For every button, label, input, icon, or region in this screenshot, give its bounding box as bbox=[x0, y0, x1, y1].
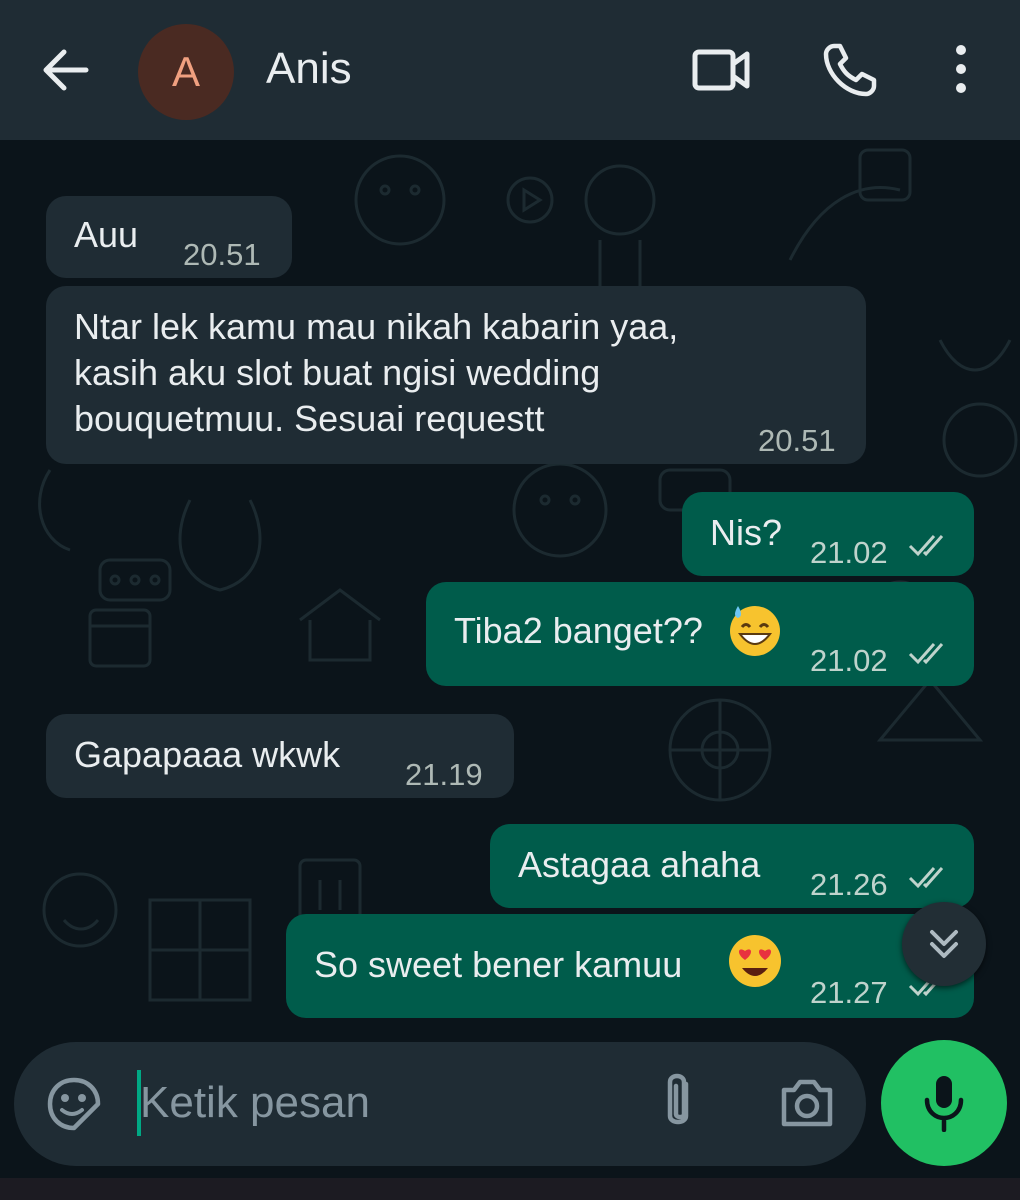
message-text-line: kasih aku slot buat ngisi wedding bbox=[74, 352, 601, 393]
message-time: 20.51 bbox=[758, 423, 836, 458]
double-chevron-down-icon bbox=[930, 930, 958, 958]
avatar[interactable]: A bbox=[138, 24, 234, 120]
microphone-icon bbox=[924, 1076, 964, 1132]
grinning-face-with-sweat-icon bbox=[730, 606, 780, 656]
system-navigation-bar bbox=[0, 1178, 1020, 1200]
message-outgoing[interactable]: Nis? 21.02 bbox=[682, 492, 974, 576]
message-time: 21.27 bbox=[810, 975, 888, 1010]
message-text: Tiba2 banget?? bbox=[454, 610, 703, 651]
sticker-icon[interactable] bbox=[46, 1076, 102, 1132]
read-double-check-icon bbox=[908, 535, 944, 557]
message-text: So sweet bener kamuu bbox=[314, 944, 683, 985]
message-outgoing[interactable]: Astagaa ahaha 21.26 bbox=[490, 824, 974, 908]
attach-icon[interactable] bbox=[656, 1070, 700, 1134]
message-time: 21.02 bbox=[810, 535, 888, 570]
scroll-to-bottom-button[interactable] bbox=[902, 902, 986, 986]
message-text-line: bouquetmuu. Sesuai requestt bbox=[74, 398, 545, 439]
read-double-check-icon bbox=[908, 867, 944, 889]
message-outgoing[interactable]: So sweet bener kamuu 21.27 bbox=[286, 914, 974, 1018]
chat-header: A Anis bbox=[0, 0, 1020, 140]
message-text: Nis? bbox=[710, 512, 783, 553]
message-outgoing[interactable]: Tiba2 banget?? 21.02 bbox=[426, 582, 974, 686]
message-incoming[interactable]: Auu 20.51 bbox=[46, 196, 292, 278]
message-time: 21.02 bbox=[810, 643, 888, 678]
message-text: Auu bbox=[74, 214, 139, 255]
camera-icon[interactable] bbox=[778, 1076, 836, 1130]
message-incoming[interactable]: Ntar lek kamu mau nikah kabarin yaa, kas… bbox=[46, 286, 866, 464]
message-time: 20.51 bbox=[183, 237, 261, 272]
message-incoming[interactable]: Gapapaaa wkwk 21.19 bbox=[46, 714, 514, 798]
chat-area[interactable]: Auu 20.51 Ntar lek kamu mau nikah kabari… bbox=[0, 140, 1020, 1030]
message-text: Gapapaaa wkwk bbox=[74, 734, 341, 775]
smiling-face-with-heart-eyes-icon bbox=[729, 935, 781, 987]
voice-message-button[interactable] bbox=[881, 1040, 1007, 1166]
back-arrow-icon[interactable] bbox=[36, 40, 96, 100]
message-input[interactable]: Ketik pesan bbox=[140, 1078, 370, 1128]
message-time: 21.19 bbox=[405, 757, 483, 792]
message-time: 21.26 bbox=[810, 867, 888, 902]
read-double-check-icon bbox=[908, 643, 944, 665]
avatar-initial: A bbox=[171, 48, 200, 95]
contact-name[interactable]: Anis bbox=[266, 44, 352, 94]
message-text-line: Ntar lek kamu mau nikah kabarin yaa, bbox=[74, 306, 679, 347]
more-vertical-icon[interactable] bbox=[946, 40, 976, 100]
phone-icon[interactable] bbox=[820, 40, 880, 100]
message-text: Astagaa ahaha bbox=[518, 844, 761, 885]
video-call-icon[interactable] bbox=[690, 40, 752, 100]
